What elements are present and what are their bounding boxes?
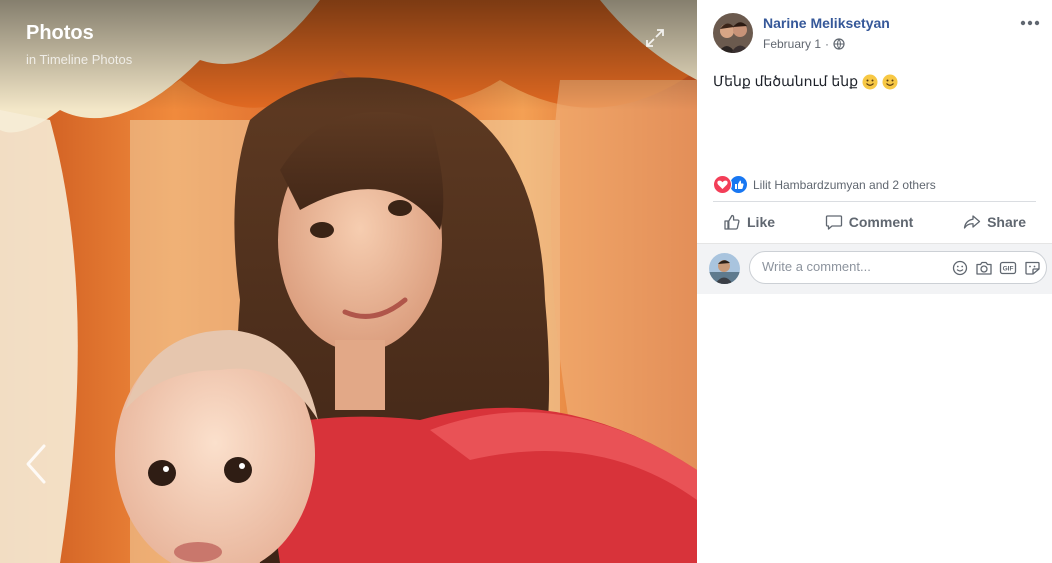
camera-icon[interactable] [975, 260, 993, 276]
share-icon [963, 215, 981, 229]
gif-icon[interactable]: GIF [999, 260, 1017, 276]
viewer-title: Photos [26, 22, 94, 44]
reactions-text[interactable]: Lilit Hambardzumyan and 2 others [753, 178, 936, 192]
reactions-summary[interactable]: Lilit Hambardzumyan and 2 others [713, 175, 936, 194]
post-message: Մենք մեծանում ենք [713, 73, 858, 89]
meta-separator: · [825, 37, 830, 51]
chevron-left-icon[interactable] [20, 442, 54, 486]
post-text: Մենք մեծանում ենք [713, 73, 898, 90]
share-button[interactable]: Share [953, 206, 1036, 238]
comment-input[interactable] [760, 258, 944, 275]
comment-icon [825, 215, 842, 230]
album-link[interactable]: in Timeline Photos [26, 52, 132, 67]
smile-emoji [882, 74, 898, 90]
more-options-icon[interactable] [1019, 14, 1041, 32]
current-user-avatar[interactable] [709, 253, 740, 284]
comment-composer: GIF [697, 243, 1052, 294]
author-avatar[interactable] [713, 13, 753, 53]
emoji-icon[interactable] [951, 260, 969, 276]
like-button[interactable]: Like [713, 206, 785, 238]
globe-icon[interactable] [833, 38, 845, 50]
like-label: Like [747, 214, 776, 230]
svg-text:GIF: GIF [1003, 266, 1014, 273]
comment-box: GIF [749, 251, 1047, 284]
comment-label: Comment [848, 214, 914, 230]
post-meta: February 1 · [763, 37, 845, 51]
expand-icon[interactable] [644, 27, 666, 49]
photo-viewer: Photos in Timeline Photos [0, 0, 697, 563]
comment-button[interactable]: Comment [815, 206, 924, 238]
like-icon [724, 214, 740, 230]
sticker-icon[interactable] [1023, 260, 1041, 276]
post-date[interactable]: February 1 [763, 37, 821, 51]
author-name[interactable]: Narine Meliksetyan [763, 15, 890, 31]
love-reaction-icon [713, 175, 732, 194]
post-panel: Narine Meliksetyan February 1 · Մենք մեծ… [697, 0, 1052, 563]
post-actions: Like Comment Share [713, 202, 1036, 242]
share-label: Share [987, 214, 1026, 230]
smile-emoji [862, 74, 878, 90]
